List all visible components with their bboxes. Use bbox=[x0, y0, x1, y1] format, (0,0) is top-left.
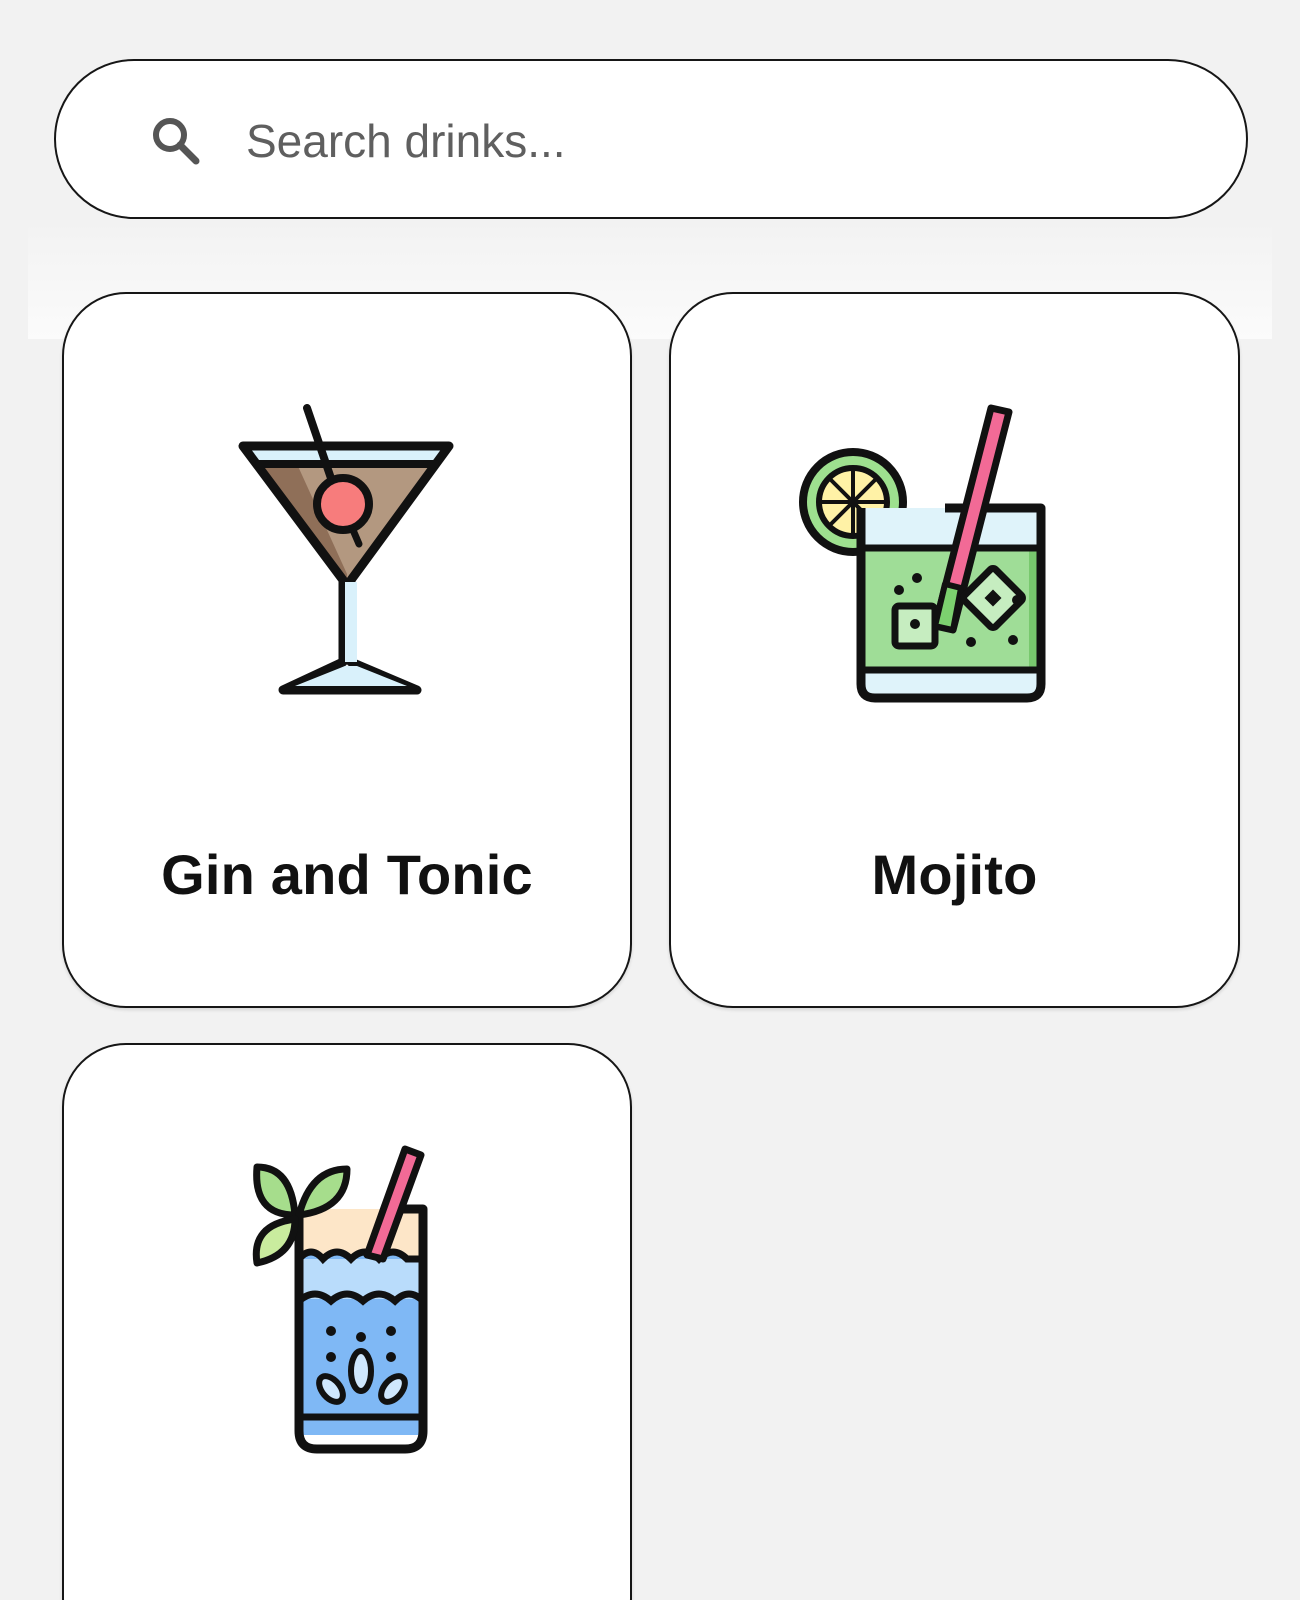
drink-card-mojito[interactable]: Mojito bbox=[669, 292, 1240, 1008]
drinks-app: Gin and Tonic bbox=[0, 0, 1300, 1600]
search-icon bbox=[153, 118, 200, 165]
drink-card-tall-cocktail[interactable] bbox=[62, 1043, 632, 1600]
search-bar[interactable] bbox=[54, 59, 1248, 219]
drink-card-gin-and-tonic[interactable]: Gin and Tonic bbox=[62, 292, 632, 1008]
martini-glass-icon bbox=[238, 404, 454, 695]
drink-name: Mojito bbox=[871, 843, 1038, 906]
mojito-glass-icon bbox=[798, 404, 1045, 703]
search-input[interactable] bbox=[246, 101, 1206, 181]
drink-name: Gin and Tonic bbox=[161, 843, 533, 906]
tall-cocktail-glass-icon bbox=[252, 1145, 428, 1454]
